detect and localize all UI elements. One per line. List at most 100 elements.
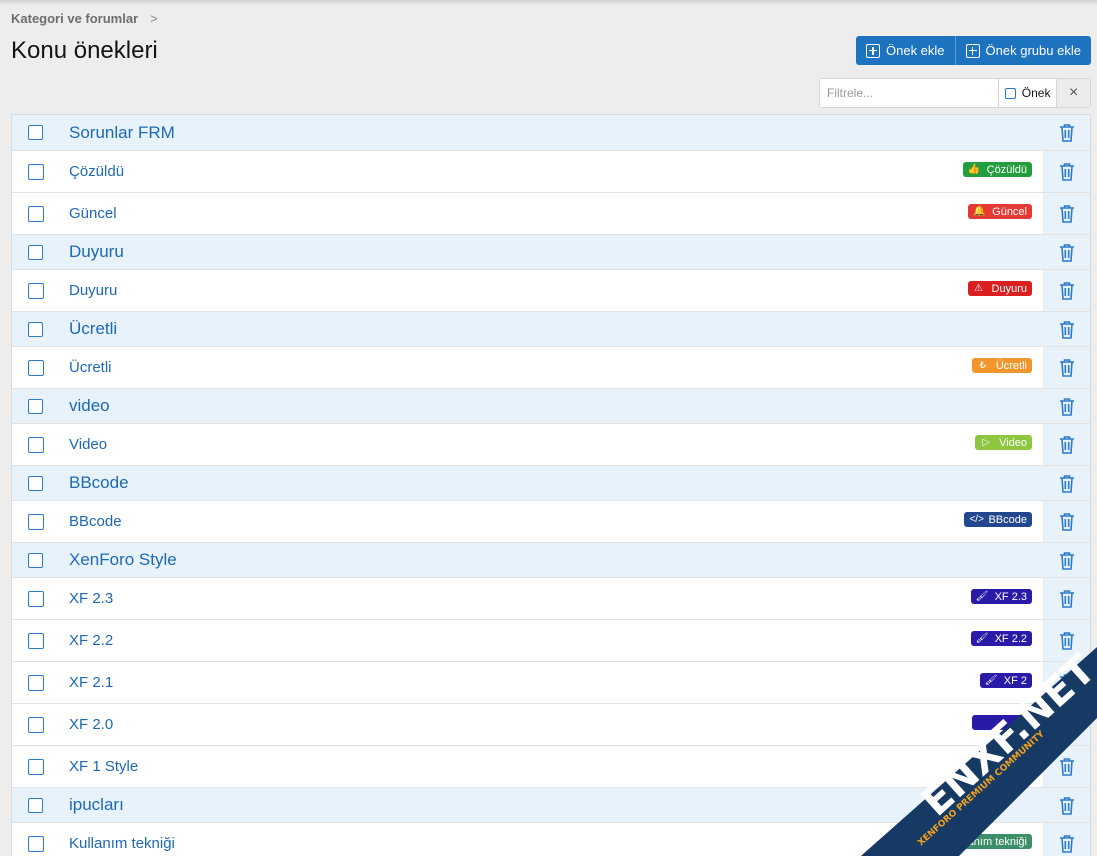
prefix-group-row: ipucları [12, 787, 1090, 822]
group-title-link[interactable]: XenForo Style [69, 550, 177, 570]
trash-icon [1059, 281, 1075, 300]
prefix-title-link[interactable]: BBcode [69, 513, 122, 530]
prefix-row: Ücretli ₺ Ücretli [12, 346, 1090, 388]
prefix-badge-text: Video [999, 436, 1027, 449]
select-checkbox[interactable] [28, 835, 44, 852]
prefix-badge-text: Güncel [992, 205, 1027, 218]
prefix-title-link[interactable]: Güncel [69, 205, 117, 222]
delete-button[interactable] [1043, 620, 1090, 661]
add-prefix-button[interactable]: Önek ekle [856, 36, 955, 65]
prefix-title-link[interactable]: Video [69, 436, 107, 453]
prefix-only-checkbox[interactable] [1004, 87, 1016, 99]
select-checkbox[interactable] [28, 125, 43, 140]
prefix-row: XF 2.3 🖌 XF 2.3 [12, 577, 1090, 619]
group-title-link[interactable]: Ücretli [69, 319, 117, 339]
select-checkbox[interactable] [28, 205, 44, 222]
delete-button[interactable] [1043, 424, 1090, 465]
delete-button[interactable] [1043, 543, 1090, 577]
delete-button[interactable] [1043, 151, 1090, 192]
add-prefix-label: Önek ekle [886, 43, 945, 58]
prefix-row: Kullanım tekniği ⚙ Kullanım tekniği [12, 822, 1090, 856]
trash-icon [1059, 589, 1075, 608]
delete-button[interactable] [1043, 115, 1090, 150]
prefix-only-label: Önek [1021, 86, 1051, 100]
prefix-row: Duyuru ⚠ Duyuru [12, 269, 1090, 311]
delete-button[interactable] [1043, 704, 1090, 745]
prefix-badge-text: Duyuru [991, 282, 1027, 295]
delete-button[interactable] [1043, 578, 1090, 619]
select-checkbox[interactable] [28, 475, 43, 491]
prefix-title-link[interactable]: Çözüldü [69, 163, 124, 180]
select-checkbox[interactable] [28, 163, 44, 180]
trash-icon [1059, 715, 1075, 734]
prefix-title-link[interactable]: Duyuru [69, 282, 117, 299]
trash-icon [1059, 123, 1075, 142]
group-title-link[interactable]: BBcode [69, 473, 129, 493]
trash-icon [1059, 551, 1075, 570]
delete-button[interactable] [1043, 193, 1090, 234]
prefix-only-toggle[interactable]: Önek [997, 79, 1057, 107]
select-checkbox[interactable] [28, 716, 44, 733]
select-checkbox[interactable] [28, 436, 44, 453]
prefix-group-row: video [12, 388, 1090, 423]
brush-icon: 🖌 [975, 591, 989, 602]
group-title-link[interactable]: video [69, 396, 110, 416]
delete-button[interactable] [1043, 662, 1090, 703]
delete-button[interactable] [1043, 788, 1090, 822]
prefix-badge: ⚠ Duyuru [967, 281, 1032, 296]
settings-icon: ⚙ [931, 836, 941, 847]
prefix-badge: ▷ Video [975, 435, 1032, 450]
select-checkbox[interactable] [28, 513, 44, 530]
prefix-row: XF 2.1 🖌 XF 2 [12, 661, 1090, 703]
delete-button[interactable] [1043, 823, 1090, 856]
trash-icon [1059, 320, 1075, 339]
delete-button[interactable] [1043, 466, 1090, 500]
group-title-link[interactable]: Duyuru [69, 242, 124, 262]
prefix-badge: 🖌 XF 2.3 [970, 589, 1032, 604]
select-checkbox[interactable] [28, 244, 43, 260]
select-checkbox[interactable] [28, 398, 43, 414]
select-checkbox[interactable] [28, 632, 44, 649]
add-prefix-group-button[interactable]: Önek grubu ekle [954, 36, 1091, 65]
select-checkbox[interactable] [28, 590, 44, 607]
prefix-list: Sorunlar FRM Çözüldü 👍 Çözüldü Güncel 🔔 Güncel… [11, 114, 1091, 856]
select-checkbox[interactable] [28, 359, 44, 376]
delete-button[interactable] [1043, 235, 1090, 269]
filter-input[interactable] [820, 79, 998, 107]
prefix-title-link[interactable]: XF 1 Style [69, 758, 138, 775]
top-shade [0, 0, 1097, 5]
prefix-row: XF 2.0 [12, 703, 1090, 745]
trash-icon [1059, 757, 1075, 776]
select-checkbox[interactable] [28, 674, 44, 691]
prefix-badge: 🔔 Güncel [968, 204, 1032, 219]
select-checkbox[interactable] [28, 282, 44, 299]
delete-button[interactable] [1043, 389, 1090, 423]
prefix-title-link[interactable]: Ücretli [69, 359, 112, 376]
select-checkbox[interactable] [28, 321, 43, 337]
group-title-link[interactable]: Sorunlar FRM [69, 123, 175, 143]
prefix-title-link[interactable]: Kullanım tekniği [69, 835, 175, 852]
prefix-title-link[interactable]: XF 2.2 [69, 632, 113, 649]
delete-button[interactable] [1043, 501, 1090, 542]
clear-filter-button[interactable]: × [1056, 79, 1090, 107]
group-title-link[interactable]: ipucları [69, 795, 124, 815]
play-icon: ▷ [982, 437, 990, 448]
breadcrumb[interactable]: Kategori ve forumlar > [11, 11, 158, 26]
prefix-badge: 🖌 XF 2 [979, 673, 1032, 688]
breadcrumb-item[interactable]: Kategori ve forumlar [11, 11, 138, 26]
delete-button[interactable] [1043, 270, 1090, 311]
prefix-badge: 🖌 XF 2.2 [970, 631, 1032, 646]
page-title: Konu önekleri [11, 37, 158, 64]
delete-button[interactable] [1043, 312, 1090, 346]
select-checkbox[interactable] [28, 552, 43, 568]
select-checkbox[interactable] [28, 797, 43, 813]
delete-button[interactable] [1043, 746, 1090, 787]
prefix-title-link[interactable]: XF 2.3 [69, 590, 113, 607]
delete-button[interactable] [1043, 347, 1090, 388]
trash-icon [1059, 834, 1075, 853]
select-checkbox[interactable] [28, 758, 44, 775]
prefix-badge-text: Kullanım tekniği [949, 835, 1027, 848]
prefix-title-link[interactable]: XF 2.0 [69, 716, 113, 733]
prefix-title-link[interactable]: XF 2.1 [69, 674, 113, 691]
prefix-row: XF 2.2 🖌 XF 2.2 [12, 619, 1090, 661]
